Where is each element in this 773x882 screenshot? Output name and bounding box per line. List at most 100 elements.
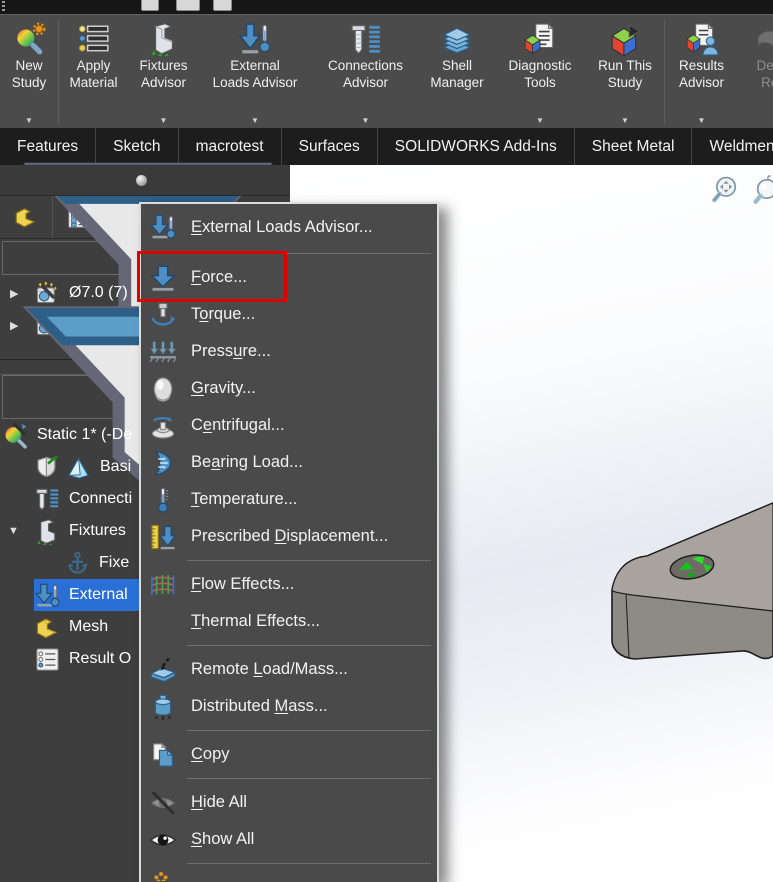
toolbar-grip[interactable] xyxy=(2,1,5,13)
tree-item-content[interactable]: Fixe xyxy=(64,547,129,579)
splitter-dot-handle[interactable] xyxy=(136,175,147,186)
menu-item-distributed-mass[interactable]: Distributed Mass... xyxy=(141,688,437,725)
title-bar xyxy=(0,0,773,14)
run-this-study-icon xyxy=(608,22,642,56)
menu-item-label: Pressure... xyxy=(191,342,271,361)
ribbon-button-new-study[interactable]: NewStudy▼ xyxy=(0,15,58,129)
menu-item-label: Temperature... xyxy=(191,490,297,509)
ribbon-button-external-loads-advisor[interactable]: ExternalLoads Advisor▼ xyxy=(199,15,311,129)
connections-small-icon xyxy=(34,486,61,513)
menu-item-label: Distributed Mass... xyxy=(191,697,328,716)
menu-item-external-loads-advisor[interactable]: External Loads Advisor... xyxy=(141,206,437,248)
menu-item-thermal-effects[interactable]: Thermal Effects... xyxy=(141,603,437,640)
torque-icon xyxy=(149,301,177,329)
fixtures-small-icon xyxy=(34,518,61,545)
menu-item-prescribed-displacement[interactable]: Prescribed Displacement... xyxy=(141,518,437,555)
external-loads-menu-icon xyxy=(34,582,61,609)
apply-material-icon xyxy=(77,22,111,56)
tree-item-content[interactable]: Mesh xyxy=(34,611,108,643)
panel-splitter[interactable] xyxy=(0,165,290,196)
menu-item-gravity[interactable]: Gravity... xyxy=(141,370,437,407)
menu-item-label: Thermal Effects... xyxy=(191,612,320,631)
menu-separator xyxy=(187,645,431,646)
tree-item-content[interactable]: Basi xyxy=(34,451,131,483)
menu-item-show-all[interactable]: Show All xyxy=(141,821,437,858)
zoom-to-area-icon[interactable] xyxy=(753,175,773,205)
ribbon-button-label: NewStudy xyxy=(12,57,47,91)
heads-up-view-toolbar xyxy=(710,175,773,205)
tree-item-label: Connecti xyxy=(69,490,132,508)
menu-item-label: External Loads Advisor... xyxy=(191,218,373,237)
tab-weldments[interactable]: Weldments xyxy=(692,128,773,165)
tree-item-label: Result O xyxy=(69,650,131,668)
ribbon-button-label: ResultsAdvisor xyxy=(679,57,724,91)
part-blue-icon xyxy=(65,454,92,481)
tree-item-label: External xyxy=(69,586,128,604)
quick-access-icon[interactable] xyxy=(141,0,159,11)
menu-item-temperature[interactable]: Temperature... xyxy=(141,481,437,518)
ribbon-button-diagnostic-tools[interactable]: DiagnosticTools▼ xyxy=(494,15,586,129)
ribbon-button-run-this-study[interactable]: Run ThisStudy▼ xyxy=(586,15,664,129)
ribbon-button-results-advisor[interactable]: ResultsAdvisor▼ xyxy=(665,15,738,129)
ribbon-button-deformed-result: DeforRes xyxy=(738,15,773,129)
prescribed-displacement-icon xyxy=(149,523,177,551)
tab-solidworks-add-ins[interactable]: SOLIDWORKS Add-Ins xyxy=(378,128,575,165)
menu-item-partially-cut xyxy=(141,869,437,881)
study-icon xyxy=(2,422,29,449)
selected-tree-item[interactable]: External xyxy=(34,579,156,611)
external-loads-ribbon-icon xyxy=(238,22,272,56)
tree-item-content[interactable]: Connecti xyxy=(34,483,132,515)
menu-item-label: Copy xyxy=(191,745,230,764)
bearing-load-icon xyxy=(149,449,177,477)
menu-item-bearing-load[interactable]: Bearing Load... xyxy=(141,444,437,481)
ribbon-button-fixtures-advisor[interactable]: FixturesAdvisor▼ xyxy=(128,15,199,129)
tree-item-label: Mesh xyxy=(69,618,108,636)
menu-item-label: Centrifugal... xyxy=(191,416,285,435)
collapse-arrow-icon[interactable]: ▼ xyxy=(8,525,24,537)
annotation-red-box xyxy=(137,251,287,302)
ribbon-button-shell-manager[interactable]: ShellManager xyxy=(420,15,494,129)
menu-separator xyxy=(187,778,431,779)
connections-advisor-icon xyxy=(349,22,383,56)
centrifugal-icon xyxy=(149,412,177,440)
menu-item-hide-all[interactable]: Hide All xyxy=(141,784,437,821)
ribbon: NewStudy▼ApplyMaterialFixturesAdvisor▼Ex… xyxy=(0,14,773,130)
flow-effects-icon xyxy=(149,571,177,599)
copy-icon xyxy=(149,741,177,769)
ribbon-button-label: FixturesAdvisor xyxy=(139,57,187,91)
menu-item-pressure[interactable]: Pressure... xyxy=(141,333,437,370)
quick-access-icon[interactable] xyxy=(213,0,232,11)
menu-item-flow-effects[interactable]: Flow Effects... xyxy=(141,566,437,603)
zoom-to-fit-icon[interactable] xyxy=(710,175,740,205)
tab-surfaces[interactable]: Surfaces xyxy=(282,128,378,165)
tree-item-label: Static 1* (-De xyxy=(37,426,132,444)
quick-access-icon[interactable] xyxy=(176,0,200,11)
menu-item-centrifugal[interactable]: Centrifugal... xyxy=(141,407,437,444)
pressure-icon xyxy=(149,338,177,366)
tree-item-label: Basi xyxy=(100,458,131,476)
tree-item-content[interactable]: Fixtures xyxy=(34,515,126,547)
blank-icon-spacer xyxy=(149,608,177,636)
external-loads-menu-icon xyxy=(149,213,177,241)
ribbon-button-label: ShellManager xyxy=(430,57,483,91)
fixtures-advisor-icon xyxy=(147,22,181,56)
shell-manager-icon xyxy=(440,22,474,56)
tree-item-label: Fixtures xyxy=(69,522,126,540)
ribbon-button-connections-advisor[interactable]: ConnectionsAdvisor▼ xyxy=(311,15,420,129)
show-all-icon xyxy=(149,826,177,854)
menu-item-label: Remote Load/Mass... xyxy=(191,660,348,679)
tree-item-content[interactable]: Static 1* (-De xyxy=(2,419,132,451)
tab-sheet-metal[interactable]: Sheet Metal xyxy=(575,128,693,165)
ribbon-button-apply-material[interactable]: ApplyMaterial xyxy=(59,15,128,129)
menu-item-label: Flow Effects... xyxy=(191,575,294,594)
tree-item-content[interactable]: Result O xyxy=(34,643,131,675)
menu-item-label: Prescribed Displacement... xyxy=(191,527,388,546)
distributed-mass-icon xyxy=(149,693,177,721)
menu-item-remote-load-mass[interactable]: Remote Load/Mass... xyxy=(141,651,437,688)
menu-item-label: Gravity... xyxy=(191,379,256,398)
deformed-result-icon xyxy=(756,22,773,56)
external-loads-context-menu: External Loads Advisor...Force...Torque.… xyxy=(139,202,439,882)
menu-item-copy[interactable]: Copy xyxy=(141,736,437,773)
diagnostic-tools-icon xyxy=(523,22,557,56)
remote-load-mass-icon xyxy=(149,656,177,684)
